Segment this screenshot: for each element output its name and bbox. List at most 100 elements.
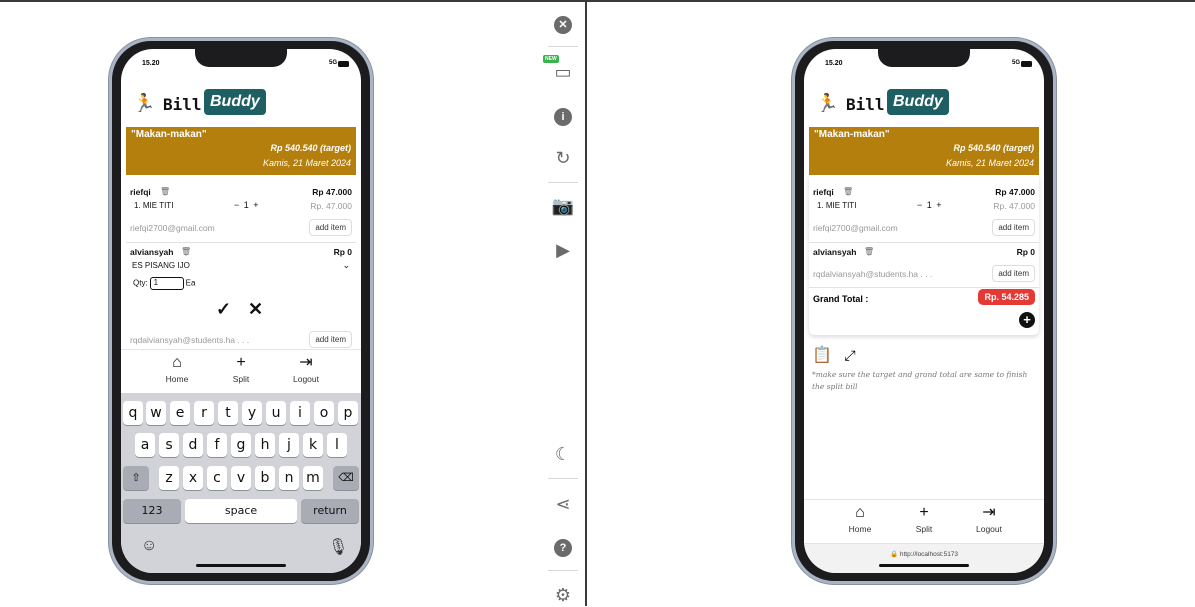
member-total: Rp 0 (1016, 247, 1035, 257)
key[interactable]: z (159, 466, 179, 490)
logout-icon: ⇥ (982, 504, 996, 521)
moon-icon[interactable]: ☾ (551, 442, 575, 466)
group-date: Kamis, 21 Maret 2024 (945, 158, 1034, 168)
key[interactable]: f (207, 433, 227, 457)
space-key[interactable]: space (185, 499, 297, 523)
tool-icons: 📋 ⤢ (812, 345, 856, 365)
member-total: Rp 0 (333, 247, 352, 257)
add-member-button[interactable]: + (1019, 312, 1035, 328)
quantity-stepper[interactable]: − 1 + (234, 200, 260, 210)
pane-divider[interactable] (585, 0, 587, 606)
trash-icon[interactable]: 🗑 (160, 187, 170, 196)
key[interactable]: e (170, 401, 190, 425)
brand-buddy: Buddy (887, 89, 949, 115)
trash-icon[interactable]: 🗑 (843, 187, 853, 196)
member-card: alviansyah 🗑 Rp 0 ES PISANG IJO ⌄ Qty: 1 E… (130, 247, 352, 352)
browser-url-bar[interactable]: 🔒 http://localhost:5173 (804, 543, 1044, 573)
clipboard-icon[interactable]: 📋 (812, 347, 832, 364)
add-item-button[interactable]: add item (309, 331, 352, 348)
notch (878, 49, 970, 67)
qty-label: Qty: (133, 278, 148, 288)
divider-line (809, 287, 1039, 288)
expand-icon[interactable]: ⤢ (844, 347, 855, 363)
numbers-key[interactable]: 123 (123, 499, 181, 523)
divider-line (126, 242, 356, 243)
item-select[interactable]: ES PISANG IJO ⌄ (130, 260, 352, 270)
return-key[interactable]: return (301, 499, 359, 523)
key[interactable]: v (231, 466, 251, 490)
trash-icon[interactable]: 🗑 (181, 247, 191, 256)
key[interactable]: b (255, 466, 275, 490)
cancel-button[interactable]: ✕ (248, 299, 263, 320)
logo-icon: 🏃 (816, 93, 839, 113)
settings-icon[interactable]: ⚙ (551, 583, 575, 607)
member-email: rqdalviansyah@students.ha . . . (130, 335, 250, 345)
add-item-button[interactable]: add item (992, 265, 1035, 282)
add-item-button[interactable]: add item (992, 219, 1035, 236)
nav-home[interactable]: ⌂ Home (840, 504, 880, 534)
brand-buddy: Buddy (204, 89, 266, 115)
shift-key[interactable]: ⇧ (123, 466, 149, 490)
key[interactable]: x (183, 466, 203, 490)
video-icon[interactable]: ▶ (551, 238, 575, 262)
key[interactable]: n (279, 466, 299, 490)
member-name: alviansyah (130, 247, 174, 257)
backspace-key[interactable]: ⌫ (333, 466, 359, 490)
item-price: Rp. 47.000 (310, 201, 352, 211)
key[interactable]: h (255, 433, 275, 457)
key[interactable]: p (338, 401, 358, 425)
key[interactable]: u (266, 401, 286, 425)
key[interactable]: j (279, 433, 299, 457)
qty-input[interactable]: 1 (149, 277, 184, 290)
key[interactable]: t (218, 401, 238, 425)
devices-icon[interactable]: ▭ (551, 60, 575, 84)
unit-label: Ea (185, 278, 196, 288)
nav-logout-label: Logout (976, 524, 1002, 534)
key[interactable]: r (194, 401, 214, 425)
url-text: 🔒 http://localhost:5173 (804, 550, 1044, 558)
info-icon[interactable]: i (551, 104, 575, 128)
grand-total-label: Grand Total : (813, 294, 869, 304)
key[interactable]: i (290, 401, 310, 425)
group-target: Rp 540.540 (target) (270, 143, 351, 153)
bottom-nav: ⌂ Home + Split ⇥ Logout (121, 349, 361, 393)
microphone-icon[interactable]: 🎙 (328, 537, 348, 557)
key[interactable]: k (303, 433, 323, 457)
key[interactable]: o (314, 401, 334, 425)
keyboard-row-1: q w e r t y u i o p (121, 401, 361, 425)
battery-icon (1021, 61, 1032, 67)
app-header: 🏃 Bill Buddy (121, 85, 361, 125)
member-card: riefqi 🗑 Rp 47.000 1. MIE TITI − 1 + Rp.… (130, 187, 352, 243)
key[interactable]: d (183, 433, 203, 457)
nav-home[interactable]: ⌂ Home (157, 354, 197, 384)
key[interactable]: y (242, 401, 262, 425)
quantity-stepper[interactable]: − 1 + (917, 200, 943, 210)
group-name: "Makan-makan" (131, 129, 207, 140)
member-email: riefqi2700@gmail.com (813, 223, 898, 233)
nav-logout[interactable]: ⇥ Logout (969, 504, 1009, 534)
help-icon[interactable]: ? (551, 535, 575, 559)
trash-icon[interactable]: 🗑 (864, 247, 874, 256)
brand-bill: Bill (846, 95, 885, 114)
key[interactable]: q (123, 401, 143, 425)
confirm-button[interactable]: ✓ (216, 299, 231, 320)
camera-icon[interactable]: 📷 (551, 194, 575, 218)
key[interactable]: s (159, 433, 179, 457)
nav-logout[interactable]: ⇥ Logout (286, 354, 326, 384)
emoji-icon[interactable]: ☺ (141, 537, 157, 555)
close-icon[interactable]: ✕ (551, 12, 575, 36)
share-icon[interactable]: ⋖ (551, 492, 575, 516)
keyboard-row-4: 123 space return (121, 499, 361, 523)
rotate-icon[interactable]: ↻ (551, 146, 575, 170)
item-name: 1. MIE TITI (134, 201, 174, 210)
key[interactable]: c (207, 466, 227, 490)
nav-split[interactable]: + Split (221, 354, 261, 384)
key[interactable]: a (135, 433, 155, 457)
key[interactable]: g (231, 433, 251, 457)
key[interactable]: m (303, 466, 323, 490)
phone-right-screen: 15.20 5G 🏃 Bill Buddy "Makan-makan" Rp 5… (804, 49, 1044, 573)
key[interactable]: w (146, 401, 166, 425)
nav-split[interactable]: + Split (904, 504, 944, 534)
add-item-button[interactable]: add item (309, 219, 352, 236)
key[interactable]: l (327, 433, 347, 457)
